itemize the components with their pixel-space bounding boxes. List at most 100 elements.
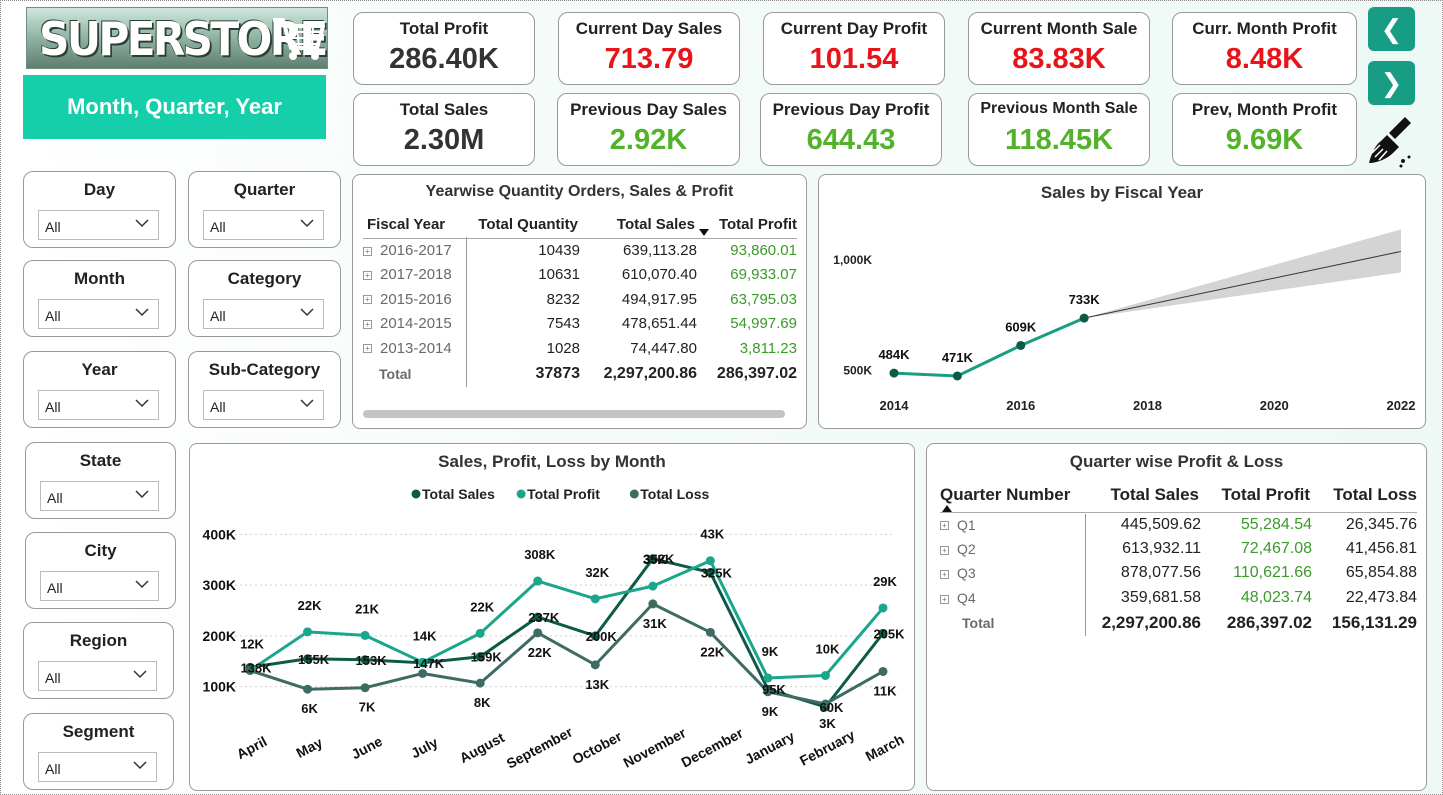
table-row[interactable]: +2013-2014 1028 74,447.80 3,811.23 xyxy=(363,336,797,361)
legend-label: Total Loss xyxy=(640,486,709,502)
series-line xyxy=(249,602,884,706)
data-label: 31K xyxy=(643,616,667,631)
chevron-down-icon xyxy=(135,308,149,317)
kpi-label: Current Day Sales xyxy=(575,19,723,38)
subcategory-dropdown[interactable]: All xyxy=(203,390,324,420)
col-total-loss[interactable]: Total Loss xyxy=(1312,478,1417,512)
x-tick-label: August xyxy=(457,729,507,766)
chevron-right-icon: ❯ xyxy=(1380,67,1403,98)
total-row: Total 37873 2,297,200.86 286,397.02 xyxy=(379,364,797,382)
kpi-value: 2.30M xyxy=(403,124,485,156)
data-label: 21K xyxy=(355,601,379,616)
data-label: 14K xyxy=(413,628,437,643)
category-dropdown[interactable]: All xyxy=(203,299,324,329)
kpi-label: Current Day Profit xyxy=(780,19,928,38)
year-dropdown[interactable]: All xyxy=(38,390,159,420)
state-dropdown[interactable]: All xyxy=(40,481,159,511)
x-tick-label: February xyxy=(797,726,858,768)
col-fiscal-year[interactable]: Fiscal Year xyxy=(363,211,466,238)
data-point xyxy=(878,603,888,613)
table-row[interactable]: +2015-2016 8232 494,917.95 63,795.03 xyxy=(363,287,797,312)
data-label: 325K xyxy=(701,565,733,580)
data-point xyxy=(1079,313,1089,323)
expand-icon[interactable]: + xyxy=(363,246,372,256)
chevron-down-icon xyxy=(135,399,149,408)
col-total-quantity[interactable]: Total Quantity xyxy=(466,211,580,238)
kpi-total-sales: Total Sales 2.30M xyxy=(353,93,535,166)
expand-icon[interactable]: + xyxy=(363,319,372,329)
kpi-label: Current Month Sale xyxy=(980,19,1138,38)
back-button[interactable]: ❮ xyxy=(1368,7,1415,51)
legend-marker xyxy=(411,489,421,499)
table-row[interactable]: + Q4 359,681.58 48,023.74 22,473.84 xyxy=(940,586,1417,611)
horizontal-scrollbar[interactable] xyxy=(363,410,785,418)
kpi-label: Total Profit xyxy=(399,19,489,38)
sort-asc-icon xyxy=(942,505,952,512)
expand-icon[interactable]: + xyxy=(940,570,949,580)
data-point xyxy=(705,627,715,637)
x-tick-label: December xyxy=(678,724,746,770)
day-dropdown[interactable]: All xyxy=(38,210,159,240)
expand-icon[interactable]: + xyxy=(940,594,949,604)
y-tick-label: 300K xyxy=(203,577,236,593)
slicer-title: Sub-Category xyxy=(208,360,321,379)
col-total-sales[interactable]: Total Sales xyxy=(1086,478,1201,512)
table-row[interactable]: +2014-2015 7543 478,651.44 54,997.69 xyxy=(363,312,797,337)
slicer-year: Year All xyxy=(23,351,176,428)
monthly-chart-visual: Sales, Profit, Loss by Month 100K 200K 300… xyxy=(189,443,915,791)
data-point xyxy=(360,630,370,640)
data-label: 609K xyxy=(1005,319,1037,334)
data-point xyxy=(590,660,600,670)
x-tick-label: June xyxy=(349,733,386,763)
data-label: 95K xyxy=(762,682,786,697)
data-label: 32K xyxy=(585,565,609,580)
kpi-label: Prev, Month Profit xyxy=(1191,100,1338,119)
table-row[interactable]: + Q3 878,077.56 110,621.66 65,854.88 xyxy=(940,561,1417,586)
data-point xyxy=(878,666,888,676)
table-row[interactable]: +2016-2017 10439 639,113.28 93,860.01 xyxy=(363,238,797,263)
expand-icon[interactable]: + xyxy=(363,270,372,280)
table-row[interactable]: +2017-2018 10631 610,070.40 69,933.07 xyxy=(363,263,797,288)
col-total-profit[interactable]: Total Profit xyxy=(1201,478,1312,512)
kpi-current-month-sale: Current Month Sale 83.83K xyxy=(968,12,1150,85)
quarter-dropdown[interactable]: All xyxy=(203,210,324,240)
forward-button[interactable]: ❯ xyxy=(1368,61,1415,105)
quarter-table-visual: Quarter wise Profit & Loss Quarter Numbe… xyxy=(926,443,1427,791)
chevron-down-icon xyxy=(135,219,149,228)
y-tick-label: 100K xyxy=(203,679,236,695)
data-point xyxy=(475,678,485,688)
table-row[interactable]: + Q1 445,509.62 55,284.54 26,345.76 xyxy=(940,512,1417,537)
data-label: 29K xyxy=(873,574,897,589)
x-tick-label: July xyxy=(408,734,440,761)
chevron-down-icon xyxy=(135,490,149,499)
data-label: 308K xyxy=(524,547,556,562)
data-label: 10K xyxy=(816,642,840,657)
kpi-value: 286.40K xyxy=(389,43,499,75)
segment-dropdown[interactable]: All xyxy=(38,752,157,782)
y-tick-label: 400K xyxy=(203,526,236,542)
region-dropdown[interactable]: All xyxy=(38,661,157,691)
kpi-prev-month-profit: Prev, Month Profit 9.69K xyxy=(1172,93,1357,166)
x-tick-label: October xyxy=(569,728,624,768)
city-dropdown[interactable]: All xyxy=(40,571,159,601)
col-total-profit[interactable]: Total Profit xyxy=(697,211,797,238)
month-dropdown[interactable]: All xyxy=(38,299,159,329)
chevron-down-icon xyxy=(135,580,149,589)
total-row: Total 2,297,200.86 286,397.02 156,131.29 xyxy=(962,613,1417,632)
col-total-sales[interactable]: Total Sales xyxy=(580,211,697,238)
data-label: 6K xyxy=(301,701,318,716)
x-tick-label: 2018 xyxy=(1133,398,1162,413)
broom-icon[interactable] xyxy=(1365,113,1421,169)
table-row[interactable]: + Q2 613,932.11 72,467.08 41,456.81 xyxy=(940,537,1417,562)
slicer-subcategory: Sub-Category All xyxy=(188,351,341,428)
expand-icon[interactable]: + xyxy=(940,521,949,531)
col-quarter-number[interactable]: Quarter Number xyxy=(940,478,1086,512)
expand-icon[interactable]: + xyxy=(363,344,372,354)
fiscal-year-chart-visual: Sales by Fiscal Year 484K 471K 609K 733K 201… xyxy=(818,174,1426,429)
sales-line xyxy=(893,316,1085,378)
superstore-logo: SUPERSTORE xyxy=(26,7,328,69)
expand-icon[interactable]: + xyxy=(940,545,949,555)
yearwise-table: Fiscal Year Total Quantity Total Sales T… xyxy=(363,211,797,387)
expand-icon[interactable]: + xyxy=(363,295,372,305)
kpi-value: 83.83K xyxy=(1012,43,1106,75)
